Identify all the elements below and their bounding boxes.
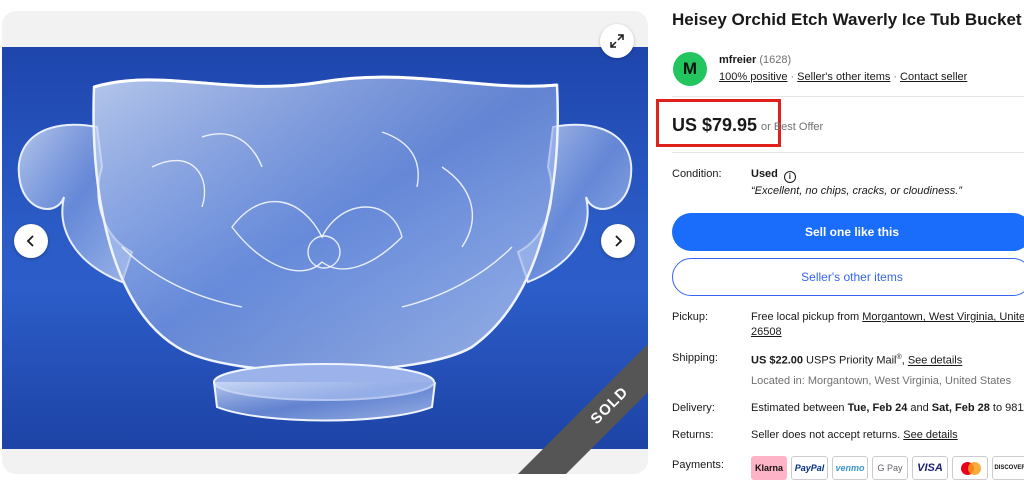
shipping-label: Shipping:: [672, 352, 718, 364]
item-location: Located in: Morgantown, West Virginia, U…: [751, 375, 1012, 387]
seller-name-row: mfreier (1628): [719, 54, 791, 66]
google-pay-logo: G Pay: [872, 456, 908, 480]
delivery-zip: to 98115: [992, 402, 1024, 414]
returns-label: Returns:: [672, 429, 714, 441]
item-photo[interactable]: [2, 47, 648, 449]
best-offer-label: or Best Offer: [761, 121, 824, 133]
divider: [672, 152, 1024, 153]
glass-bowl-image: [17, 75, 633, 422]
sell-one-like-this-button[interactable]: Sell one like this: [672, 213, 1024, 251]
sellers-other-items-button[interactable]: Seller's other items: [672, 258, 1024, 296]
seller-links: 100% positive · Seller's other items · Conta…: [719, 71, 968, 83]
klarna-logo: Klarna: [751, 456, 787, 480]
item-price: US $79.95: [672, 115, 758, 135]
returns-row: Seller does not accept returns. See deta…: [751, 429, 958, 441]
pickup-location-link[interactable]: Morgantown, West Virginia, United States: [862, 311, 1024, 323]
paypal-logo: PayPal: [791, 456, 828, 480]
shipping-details-link[interactable]: See details: [908, 355, 962, 367]
seller-feedback-count: (1628): [759, 54, 792, 66]
next-image-button[interactable]: [601, 224, 635, 258]
seller-name[interactable]: mfreier: [719, 54, 756, 66]
condition-value-row: Used i: [751, 168, 796, 183]
expand-icon: [610, 34, 624, 48]
delivery-start: Tue, Feb 24: [847, 402, 908, 414]
delivery-label: Delivery:: [672, 402, 715, 414]
delivery-and: and: [907, 402, 932, 414]
delivery-prefix: Estimated between: [751, 402, 848, 414]
shipping-cost: US $22.00: [751, 354, 803, 367]
mastercard-logo: [952, 456, 988, 480]
venmo-logo: venmo: [832, 456, 868, 480]
shipping-row: US $22.00 USPS Priority Mail®, See detai…: [751, 354, 963, 367]
contact-seller-link[interactable]: Contact seller: [900, 71, 967, 83]
seller-card: M mfreier (1628) 100% positive · Seller's …: [672, 50, 1024, 90]
delivery-row: Estimated between Tue, Feb 24 and Sat, F…: [751, 402, 1024, 414]
shipping-service: USPS Priority Mail: [802, 354, 897, 367]
pickup-text-row: Free local pickup from Morgantown, West …: [751, 311, 1024, 323]
divider: [672, 96, 1024, 97]
condition-label: Condition:: [672, 168, 722, 180]
payments-label: Payments:: [672, 459, 724, 471]
discover-logo: DISCOVER: [992, 456, 1024, 480]
delivery-end: Sat, Feb 28: [931, 402, 990, 414]
info-icon[interactable]: i: [783, 171, 796, 183]
condition-note: “Excellent, no chips, cracks, or cloudin…: [751, 185, 962, 197]
returns-text: Seller does not accept returns.: [751, 429, 904, 441]
chevron-right-icon: [615, 235, 623, 247]
returns-details-link[interactable]: See details: [903, 429, 957, 441]
seller-positive-link[interactable]: 100% positive: [719, 71, 788, 83]
visa-logo: VISA: [912, 456, 948, 480]
pickup-text: Free local pickup from: [751, 311, 863, 323]
pickup-zip[interactable]: 26508: [751, 326, 782, 338]
seller-other-items-link[interactable]: Seller's other items: [797, 71, 890, 83]
expand-image-button[interactable]: [600, 24, 634, 58]
item-title: Heisey Orchid Etch Waverly Ice Tub Bucke…: [672, 10, 1022, 29]
image-gallery: SOLD: [2, 11, 648, 474]
previous-image-button[interactable]: [14, 224, 48, 258]
listing-page: SOLD Heisey Orchid Etch Waverly Ice Tub …: [0, 0, 1024, 488]
chevron-left-icon: [26, 235, 34, 247]
pickup-label: Pickup:: [672, 311, 709, 323]
payment-methods: Klarna PayPal venmo G Pay VISA DISCOVER: [751, 456, 1024, 480]
item-details-panel: Heisey Orchid Etch Waverly Ice Tub Bucke…: [656, 0, 1024, 488]
seller-avatar[interactable]: M: [673, 52, 707, 86]
condition-value: Used: [751, 168, 778, 180]
